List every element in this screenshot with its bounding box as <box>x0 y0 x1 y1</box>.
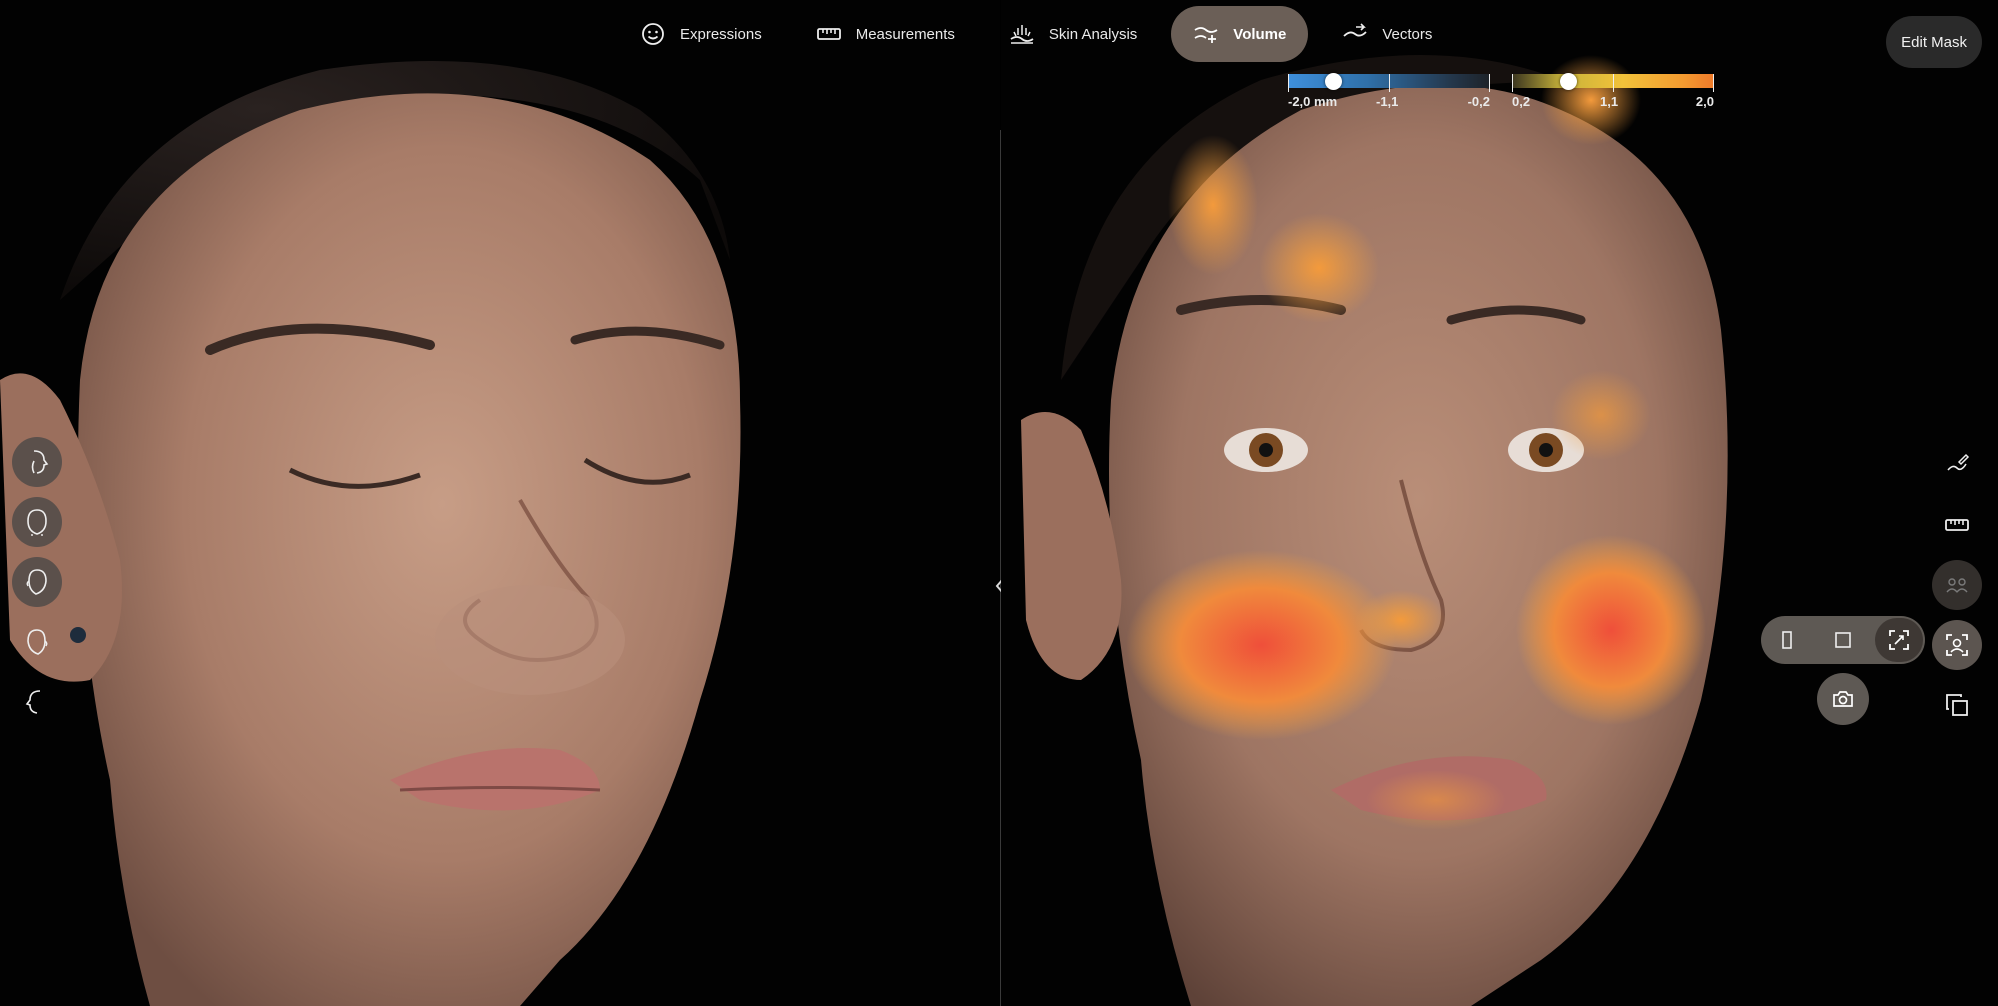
view-three-quarter-button[interactable] <box>12 557 62 607</box>
ruler-icon <box>816 28 841 40</box>
scale-max-label: 2,0 <box>1695 94 1714 109</box>
volume-icon <box>1194 27 1218 43</box>
layout-portrait-button[interactable] <box>1763 618 1811 662</box>
fullscreen-icon <box>1889 630 1909 650</box>
scale-mid-label: 1,1 <box>1600 94 1619 109</box>
face-scan-button[interactable] <box>1932 620 1982 670</box>
layout-mode-selector <box>1761 616 1925 664</box>
single-portrait-icon <box>1782 631 1792 649</box>
vectors-icon <box>1343 23 1368 37</box>
layout-fullscreen-button[interactable] <box>1875 618 1923 662</box>
tab-measurements[interactable]: Measurements <box>796 6 975 62</box>
annotate-button[interactable] <box>1932 440 1982 490</box>
scale-tick <box>1512 74 1513 92</box>
tab-label: Vectors <box>1382 25 1433 43</box>
measure-button[interactable] <box>1932 500 1982 550</box>
view-orientation-toolbar <box>12 437 62 727</box>
scale-tick <box>1713 74 1714 92</box>
scale-tick <box>1613 74 1614 92</box>
single-square-icon <box>1835 632 1851 648</box>
view-mode-tabs: Expressions Measurements Skin Analysis V… <box>620 6 1452 62</box>
screenshot-button[interactable] <box>1817 673 1869 725</box>
view-right-profile-button[interactable] <box>12 437 62 487</box>
face-scan-icon <box>1946 634 1968 656</box>
face-right-profile-icon <box>31 450 49 474</box>
positive-volume-scale[interactable]: 0,2 1,1 2,0 <box>1512 73 1714 114</box>
ruler-icon <box>1945 519 1969 531</box>
scale-max-label: -0,2 <box>1467 94 1490 109</box>
face-left-three-quarter-icon <box>27 629 48 655</box>
positive-threshold-handle[interactable] <box>1560 73 1578 90</box>
tab-label: Skin Analysis <box>1048 25 1138 43</box>
camera-icon <box>1833 691 1853 707</box>
scale-tick <box>1288 74 1289 92</box>
edit-mask-button[interactable]: Edit Mask <box>1886 16 1982 68</box>
draw-icon <box>1947 453 1970 471</box>
right-toolbar <box>1932 440 1982 730</box>
left-face-render <box>0 61 741 1006</box>
scale-mid-label: -1,1 <box>1376 94 1399 109</box>
duplicate-icon <box>1946 694 1968 716</box>
tab-label: Volume <box>1233 25 1287 43</box>
right-face-render <box>1021 55 1728 1006</box>
right-viewport[interactable] <box>1001 0 1998 1006</box>
layout-square-button[interactable] <box>1819 618 1867 662</box>
tab-volume[interactable]: Volume <box>1171 6 1309 62</box>
scale-tick <box>1489 74 1490 92</box>
face-left-profile-icon <box>25 690 41 714</box>
compare-faces-icon <box>1946 578 1968 593</box>
scale-min-label: -2,0 mm <box>1288 94 1338 109</box>
compare-button[interactable] <box>1932 560 1982 610</box>
view-front-button[interactable] <box>12 497 62 547</box>
tab-vectors[interactable]: Vectors <box>1322 6 1452 62</box>
duplicate-button[interactable] <box>1932 680 1982 730</box>
tab-skin-analysis[interactable]: Skin Analysis <box>989 6 1157 62</box>
scale-min-label: 0,2 <box>1512 94 1531 109</box>
face-front-icon <box>27 509 47 536</box>
skin-analysis-icon <box>1010 25 1034 44</box>
view-left-profile-button[interactable] <box>12 677 62 727</box>
negative-threshold-handle[interactable] <box>1324 73 1342 90</box>
tab-label: Expressions <box>680 25 762 43</box>
tab-expressions[interactable]: Expressions <box>620 6 782 62</box>
tab-label: Measurements <box>855 25 955 43</box>
negative-volume-scale[interactable]: -2,0 mm -1,1 -0,2 <box>1288 73 1490 114</box>
view-left-three-quarter-button[interactable] <box>12 617 62 667</box>
scale-tick <box>1389 74 1390 92</box>
smiley-icon <box>642 23 664 45</box>
face-three-quarter-icon <box>26 569 47 595</box>
left-viewport[interactable] <box>0 0 1000 1006</box>
